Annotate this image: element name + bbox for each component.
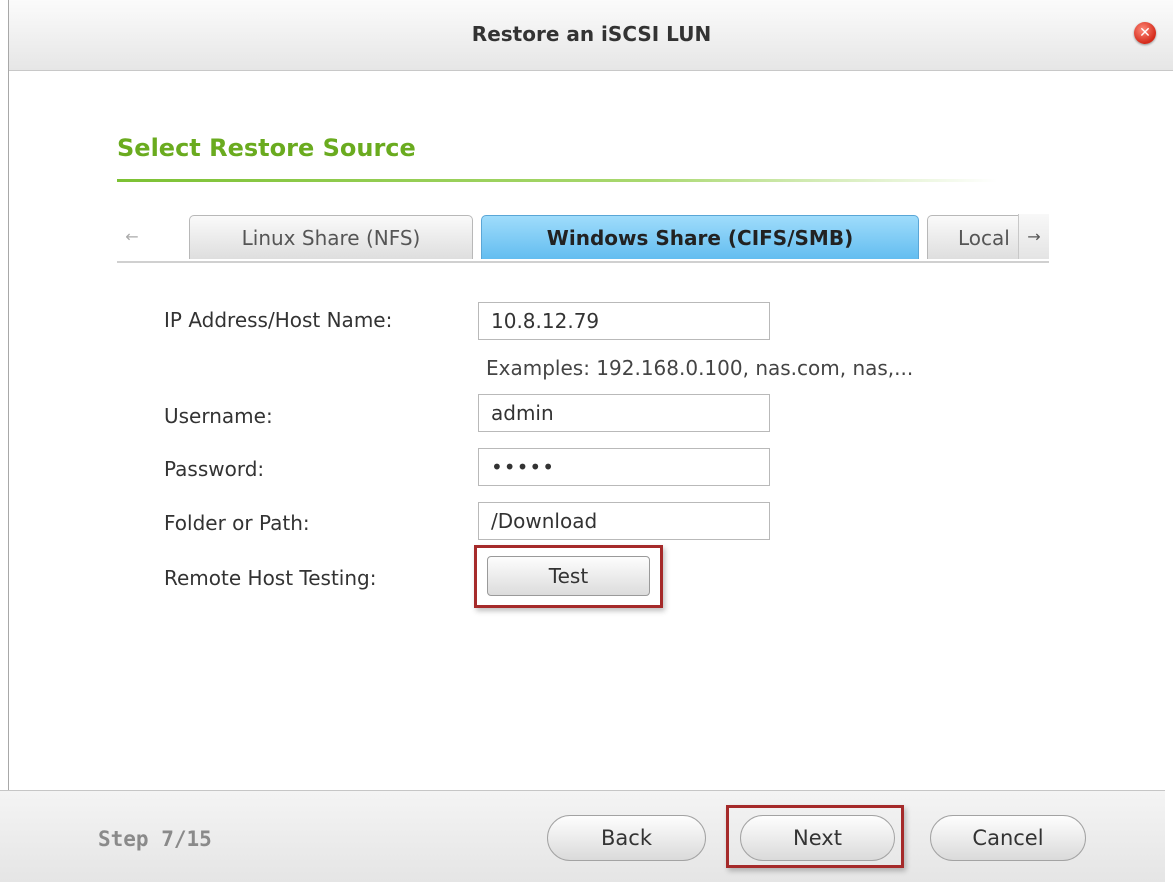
section-divider — [117, 179, 997, 182]
step-indicator: Step 7/15 — [98, 827, 212, 851]
password-input[interactable]: ••••• — [478, 448, 770, 486]
test-button[interactable]: Test — [487, 556, 650, 596]
section-title: Select Restore Source — [117, 134, 416, 162]
remote-host-testing-label: Remote Host Testing: — [164, 566, 377, 590]
folder-path-input[interactable]: /Download — [478, 502, 770, 540]
dialog-titlebar: Restore an iSCSI LUN ✕ — [9, 0, 1173, 71]
folder-path-label: Folder or Path: — [164, 511, 310, 535]
tab-local[interactable]: Local — [927, 215, 1027, 259]
next-button[interactable]: Next — [740, 815, 895, 861]
restore-lun-dialog: Restore an iSCSI LUN ✕ — [8, 0, 1173, 881]
username-label: Username: — [164, 404, 273, 428]
ip-address-input[interactable]: 10.8.12.79 — [478, 302, 770, 340]
arrow-right-icon[interactable]: → — [1018, 214, 1049, 259]
source-tabstrip: ← Linux Share (NFS) Windows Share (CIFS/… — [117, 214, 1049, 263]
tab-linux-share-nfs[interactable]: Linux Share (NFS) — [189, 215, 473, 259]
password-label: Password: — [164, 457, 265, 481]
back-button[interactable]: Back — [547, 815, 706, 861]
dialog-title: Restore an iSCSI LUN — [471, 22, 712, 46]
window-left-edge — [0, 0, 8, 881]
ip-address-label: IP Address/Host Name: — [164, 308, 393, 332]
tab-windows-share-cifs-smb[interactable]: Windows Share (CIFS/SMB) — [481, 215, 919, 259]
close-icon[interactable]: ✕ — [1134, 22, 1156, 44]
ip-address-hint: Examples: 192.168.0.100, nas.com, nas,..… — [486, 356, 914, 380]
arrow-left-icon[interactable]: ← — [117, 214, 147, 259]
username-input[interactable]: admin — [478, 394, 770, 432]
cancel-button[interactable]: Cancel — [930, 815, 1086, 861]
